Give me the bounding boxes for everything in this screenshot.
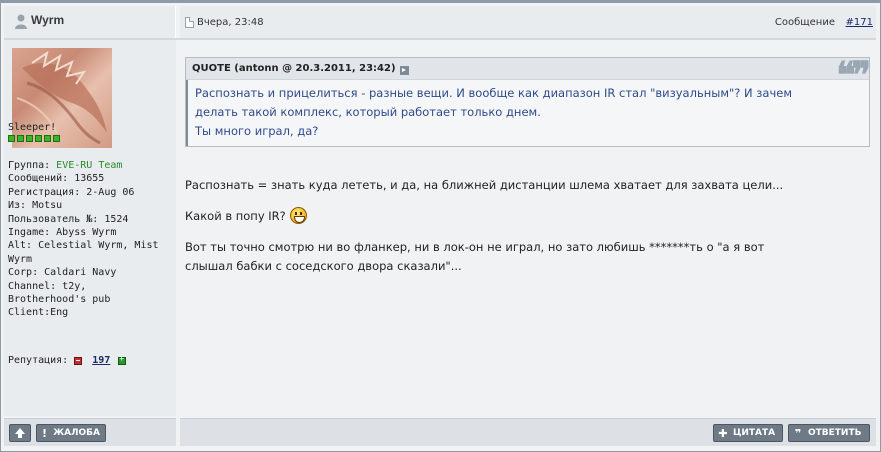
post-meta-header [180, 6, 876, 38]
message-body: Распознать = знать куда лететь, и да, на… [185, 176, 865, 288]
message-line: Вот ты точно смотрю ни во фланкер, ни в … [185, 240, 765, 254]
grin-smiley-icon [289, 207, 307, 224]
quote-line: Ты много играл, да? [195, 124, 319, 138]
report-button[interactable]: ! ЖАЛОБА [36, 424, 106, 442]
quote-marks-icon: ❞ [794, 426, 802, 440]
profile-channel: Channel: t2y, Brotherhood's pub [8, 280, 111, 306]
exclamation-icon: ! [42, 426, 48, 440]
reply-button[interactable]: ❞ ОТВЕТИТЬ [788, 424, 870, 442]
dragon-avatar-image [16, 50, 107, 145]
quote-button-label: ЦИТАТА [733, 428, 776, 438]
message-line: слышал бабки с соседского двора сказали"… [185, 259, 462, 273]
author-name[interactable]: Wyrm [31, 13, 64, 27]
post-date: Вчера, 23:48 [197, 17, 264, 28]
profile-ingame: Ingame: Abyss Wyrm [8, 227, 117, 239]
quote-source-link-icon[interactable] [400, 66, 409, 75]
post-number-label: Сообщение [774, 17, 835, 28]
rank-pip [8, 135, 15, 142]
plus-icon: ✚ [718, 426, 728, 440]
group-label: Группа: [8, 160, 57, 171]
reputation: Репутация: 197 [8, 354, 127, 366]
rank-pip [26, 135, 33, 142]
profile-from: Из: Motsu [8, 200, 63, 212]
scroll-top-button[interactable] [9, 424, 31, 442]
reply-button-label: ОТВЕТИТЬ [808, 428, 862, 438]
profile-corp: Corp: Caldari Navy [8, 267, 117, 279]
rank-pips [8, 135, 60, 142]
message-paragraph: Какой в попу IR? [185, 207, 865, 226]
reputation-minus-icon[interactable] [74, 356, 83, 365]
profile-messages: Сообщений: 13655 [8, 173, 105, 185]
profile-client: Client:Eng [8, 307, 69, 319]
post-number-link[interactable]: #171 [846, 17, 873, 28]
rank-pip [17, 135, 24, 142]
report-button-label: ЖАЛОБА [53, 428, 100, 438]
rank-pip [53, 135, 60, 142]
quote-block: QUOTE (antonn @ 20.3.2011, 23:42) ❝❞ Рас… [185, 54, 871, 147]
quote-header: QUOTE (antonn @ 20.3.2011, 23:42) ❝❞ [186, 54, 871, 96]
post-content: QUOTE (antonn @ 20.3.2011, 23:42) ❝❞ Рас… [180, 40, 876, 416]
reputation-plus-icon[interactable] [118, 354, 127, 365]
profile-info: Группа: EVE-RU Team Сообщений: 13655 Рег… [8, 159, 168, 320]
quote-line: Распознать и прицелиться - разные вещи. … [195, 86, 793, 100]
user-icon [15, 14, 27, 29]
group-value: EVE-RU Team [56, 160, 123, 171]
quote-button[interactable]: ✚ ЦИТАТА [713, 424, 783, 442]
quote-left-bar [186, 80, 188, 146]
message-paragraph: Распознать = знать куда лететь, и да, на… [185, 178, 784, 192]
post-document-icon [185, 17, 194, 28]
profile-user-no: Пользователь №: 1524 [8, 213, 129, 225]
rank-pip [35, 135, 42, 142]
reputation-label: Репутация: [8, 355, 69, 366]
reputation-value[interactable]: 197 [92, 355, 110, 366]
message-paragraph: Вот ты точно смотрю ни во фланкер, ни в … [185, 238, 865, 276]
quote-body: Распознать и прицелиться - разные вещи. … [195, 84, 855, 141]
post-author-header [4, 6, 176, 38]
profile-group: Группа: EVE-RU Team [8, 159, 168, 172]
profile-registered: Регистрация: 2-Aug 06 [8, 186, 135, 198]
message-text: Какой в попу IR? [185, 209, 286, 223]
rank-pip [44, 135, 51, 142]
profile-alt: Alt: Celestial Wyrm, Mist Wyrm [8, 240, 159, 265]
quote-title: QUOTE (antonn @ 20.3.2011, 23:42) [192, 63, 396, 74]
avatar [12, 48, 112, 148]
rank-title: Sleeper! [8, 122, 57, 133]
quote-line: делать такой комплекс, который работает … [195, 105, 541, 119]
arrow-up-icon [15, 428, 25, 438]
